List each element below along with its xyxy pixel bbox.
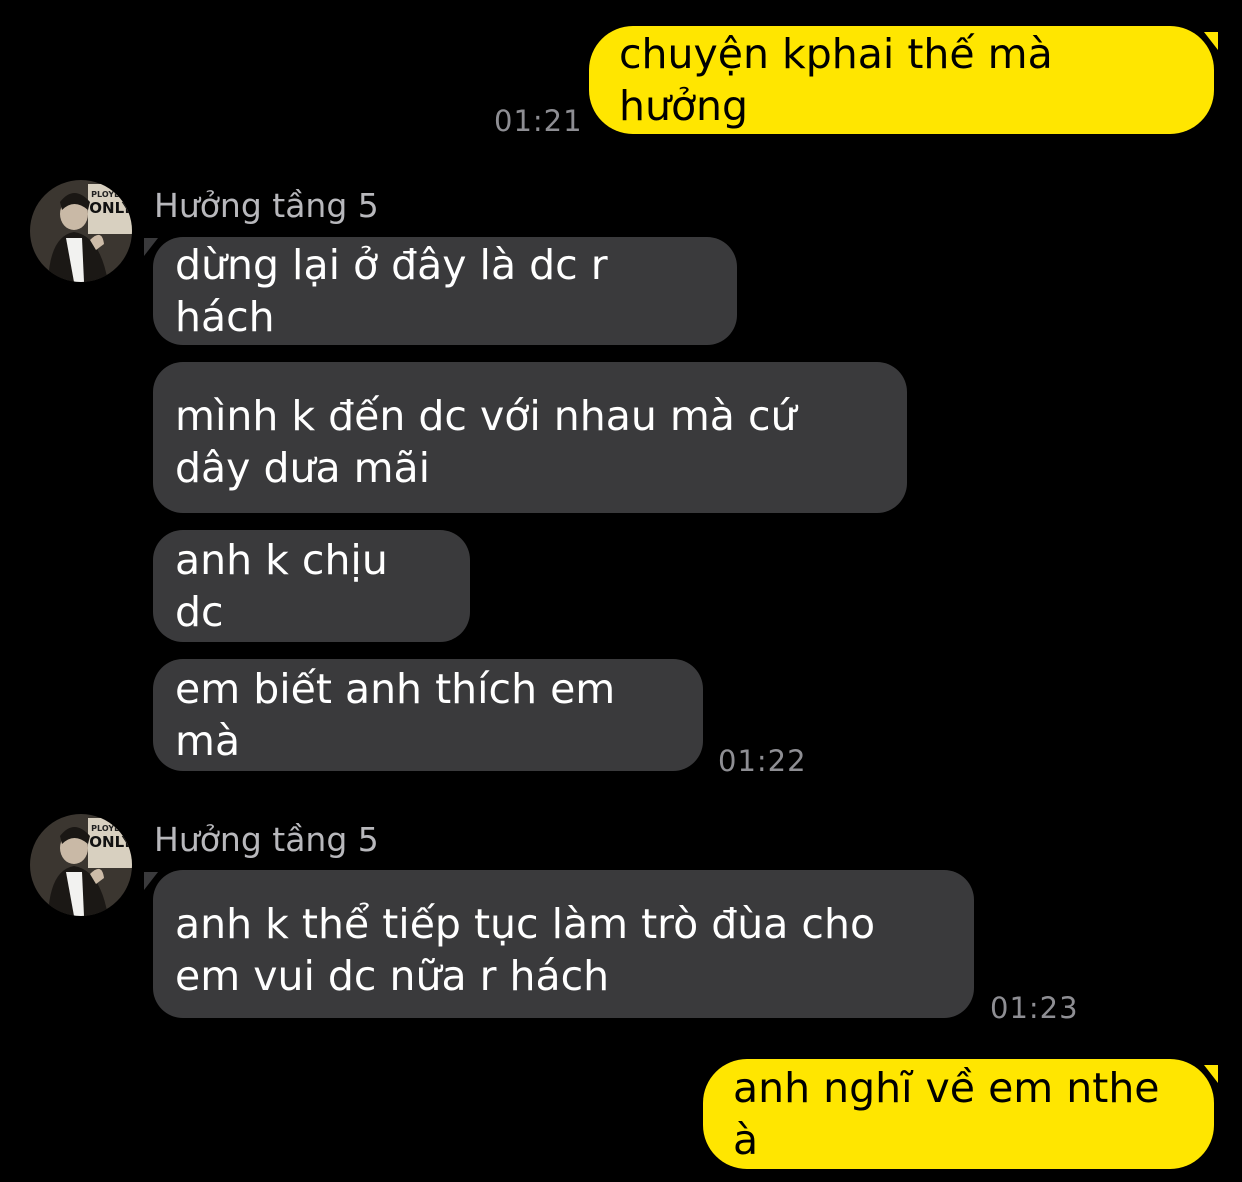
avatar-badge-top: PLOYEES: [91, 190, 131, 199]
chat-thread[interactable]: 01:21 chuyện kphai thế mà hưởng PLOYEES …: [0, 0, 1242, 1182]
sender-name: Hưởng tầng 5: [154, 820, 379, 859]
bubble-tail: [1204, 32, 1218, 50]
incoming-message-bubble[interactable]: anh k chịu dc: [153, 530, 470, 642]
avatar-badge: ONLY: [89, 833, 132, 851]
contact-avatar[interactable]: PLOYEES ONLY: [30, 814, 132, 916]
avatar-badge: ONLY: [89, 199, 132, 217]
avatar-badge-top: PLOYEES: [91, 824, 131, 833]
avatar-photo-icon: PLOYEES ONLY: [30, 180, 132, 282]
incoming-message-bubble[interactable]: em biết anh thích em mà: [153, 659, 703, 771]
incoming-message-bubble[interactable]: anh k thể tiếp tục làm trò đùa cho em vu…: [153, 870, 974, 1018]
outgoing-message-bubble[interactable]: chuyện kphai thế mà hưởng: [589, 26, 1214, 134]
outgoing-message-bubble[interactable]: anh nghĩ về em nthe à: [703, 1059, 1214, 1169]
bubble-tail: [1204, 1065, 1218, 1083]
avatar-photo-icon: PLOYEES ONLY: [30, 814, 132, 916]
contact-avatar[interactable]: PLOYEES ONLY: [30, 180, 132, 282]
message-timestamp: 01:21: [494, 104, 583, 138]
incoming-message-bubble[interactable]: dừng lại ở đây là dc r hách: [153, 237, 737, 345]
incoming-message-bubble[interactable]: mình k đến dc với nhau mà cứ dây dưa mãi: [153, 362, 907, 513]
message-timestamp: 01:23: [990, 991, 1079, 1025]
message-timestamp: 01:22: [718, 744, 807, 778]
sender-name: Hưởng tầng 5: [154, 186, 379, 225]
